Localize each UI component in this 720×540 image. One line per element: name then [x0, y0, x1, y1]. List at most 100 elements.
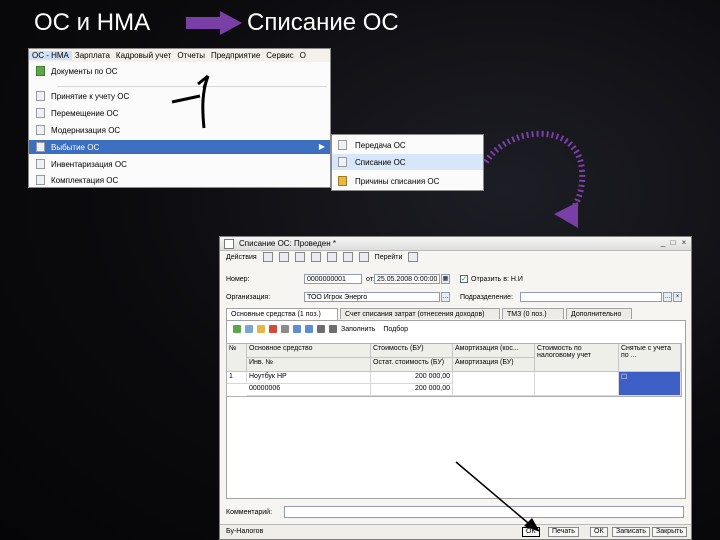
header-number: № [227, 344, 247, 372]
tab-inventory[interactable]: ТМЗ (0 поз.) [502, 308, 564, 319]
submenu-item-transfer[interactable]: Передача ОС [332, 137, 483, 153]
document-icon [224, 238, 234, 249]
tab-additional[interactable]: Дополнительно [566, 308, 632, 319]
menu-more[interactable]: О [297, 51, 309, 60]
table-row-removed[interactable]: ☐ [619, 372, 681, 396]
tab-fixed-assets[interactable]: Основные средства (1 поз.) [226, 308, 338, 320]
end-edit-icon[interactable] [281, 325, 289, 333]
reflect-label: Отразить в: Н.И [471, 276, 523, 283]
select-icon[interactable]: … [663, 292, 672, 302]
header-amort-cos: Амортизация (кос... [453, 344, 535, 358]
save-button[interactable]: Записать [612, 527, 650, 537]
header-tax-cost: Стоимость по налоговому учет [535, 344, 619, 372]
edit-icon[interactable] [294, 252, 305, 262]
clear-icon[interactable]: × [673, 292, 682, 302]
sort-asc-icon[interactable] [317, 325, 325, 333]
document-icon [36, 125, 45, 135]
purple-arrow-icon [186, 11, 242, 35]
post-icon[interactable] [342, 252, 353, 262]
table-row-inv[interactable]: 00000006 [247, 384, 371, 396]
maximize-icon[interactable]: □ [669, 239, 677, 247]
document-icon [36, 175, 45, 185]
structure-icon[interactable] [326, 252, 337, 262]
document-icon [36, 159, 45, 169]
document-icon [36, 108, 45, 118]
slide-title-right: Списание ОС [247, 9, 399, 36]
help-icon[interactable] [408, 252, 419, 262]
ok-button[interactable]: ОК [590, 527, 608, 537]
go-icon[interactable] [358, 252, 369, 262]
menu-service[interactable]: Сервис [263, 51, 296, 60]
number-field[interactable]: 0000000001 [304, 274, 362, 284]
hand-drawn-arrow-icon [171, 74, 210, 129]
header-cost: Стоимость (БУ) [371, 344, 453, 358]
form-titlebar: Списание ОС: Проведен * _ □ × [220, 237, 691, 251]
fill-button[interactable]: Заполнить [341, 326, 375, 333]
printer-icon [338, 176, 347, 186]
assets-table: № Основное средство Инв. № Стоимость (БУ… [226, 343, 682, 397]
minimize-icon[interactable]: _ [659, 239, 667, 247]
document-icon [36, 91, 45, 101]
move-up-icon[interactable] [293, 325, 301, 333]
document-icon [36, 142, 45, 152]
menu-os-nma[interactable]: ОС - НМА [29, 51, 72, 60]
tab-expense-account[interactable]: Счет списания затрат (отнесения доходов) [340, 308, 500, 319]
table-row-tax[interactable] [535, 372, 619, 396]
close-icon[interactable]: × [680, 239, 688, 247]
chevron-right-icon: ▶ [318, 142, 325, 151]
division-field[interactable] [520, 292, 662, 302]
copy-row-icon[interactable] [245, 325, 253, 333]
menu-item-assembly[interactable]: Комплектация ОС [29, 173, 330, 187]
comment-label: Комментарий: [226, 509, 273, 516]
table-toolbar: Заполнить Подбор [233, 324, 408, 334]
curved-arrow-icon [483, 130, 586, 228]
submenu-item-write-off[interactable]: Списание ОС [332, 154, 483, 170]
menu-reports[interactable]: Отчеты [174, 51, 208, 60]
actions-menu[interactable]: Действия [226, 254, 257, 261]
print-button[interactable]: Печать [548, 527, 579, 537]
doc-type-label: Бу-Налогов [226, 528, 264, 535]
date-field[interactable]: 25.05.2008 0:00:00 [374, 274, 440, 284]
menubar: ОС - НМА Зарплата Кадровый учет Отчеты П… [29, 49, 330, 63]
slide-title-left: ОС и НМА [34, 9, 151, 36]
close-button[interactable]: Закрыть [652, 527, 687, 537]
sort-desc-icon[interactable] [329, 325, 337, 333]
form-tabs: Основные средства (1 поз.) Счет списания… [226, 308, 686, 321]
table-row-asset[interactable]: Ноутбук HP [247, 372, 371, 384]
header-amort-bu: Амортизация (БУ) [453, 358, 535, 372]
table-row-cost[interactable]: 200 000,00 [371, 372, 453, 384]
header-inv: Инв. № [247, 358, 371, 372]
header-residual: Остат. стоимость (БУ) [371, 358, 453, 372]
menu-hr[interactable]: Кадровый учет [113, 51, 174, 60]
refresh-icon[interactable] [310, 252, 321, 262]
move-down-icon[interactable] [305, 325, 313, 333]
header-removed: Снятые с учета по ... [619, 344, 681, 372]
delete-row-icon[interactable] [269, 325, 277, 333]
add-row-icon[interactable] [233, 325, 241, 333]
edit-row-icon[interactable] [257, 325, 265, 333]
select-icon[interactable]: … [441, 292, 450, 302]
header-asset: Основное средство [247, 344, 371, 358]
organization-field[interactable]: ТОО Игрок Энерго [304, 292, 440, 302]
select-button[interactable]: Подбор [383, 326, 408, 333]
submenu-item-reasons[interactable]: Причины списания ОС [332, 173, 483, 189]
table-row-amort[interactable] [453, 372, 535, 396]
document-icon [338, 140, 347, 150]
copy-icon[interactable] [278, 252, 289, 262]
pointer-arrow-icon [455, 461, 540, 532]
menu-item-inventory[interactable]: Инвентаризация ОС [29, 157, 330, 171]
new-doc-icon[interactable] [262, 252, 273, 262]
menu-enterprise[interactable]: Предприятие [208, 51, 263, 60]
division-label: Подразделение: [460, 294, 513, 301]
document-icon [36, 66, 45, 76]
table-row-number[interactable]: 1 [227, 372, 247, 384]
go-menu[interactable]: Перейти [375, 254, 403, 261]
calendar-icon[interactable]: ▦ [441, 274, 450, 284]
menu-item-disposal[interactable]: Выбытие ОС ▶ [29, 140, 330, 154]
form-title: Списание ОС: Проведен * [239, 239, 336, 248]
document-icon [338, 157, 347, 167]
table-row-residual[interactable]: 200 000,00 [371, 384, 453, 396]
organization-label: Организация: [226, 294, 271, 301]
menu-salary[interactable]: Зарплата [72, 51, 113, 60]
reflect-checkbox[interactable]: ✓ [460, 275, 468, 283]
